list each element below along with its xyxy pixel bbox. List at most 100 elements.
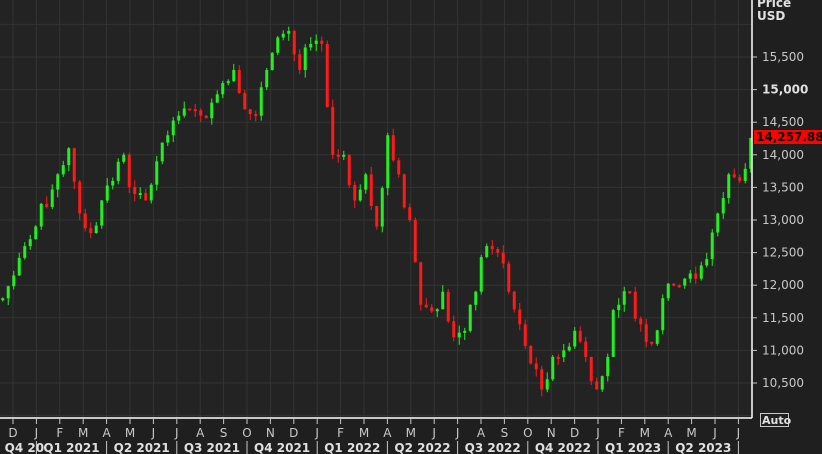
candle-body: [738, 177, 742, 181]
candle-body: [342, 154, 346, 157]
candle-body: [320, 40, 324, 44]
y-tick-label: 14,000: [762, 148, 804, 162]
month-label: D: [570, 426, 579, 440]
candle-body: [259, 87, 263, 116]
candle-body: [402, 174, 406, 208]
candle-body: [243, 93, 247, 110]
month-label: A: [102, 426, 111, 440]
candle-body: [606, 356, 610, 377]
candle-body: [413, 220, 417, 263]
month-label: O: [523, 426, 532, 440]
candle-body: [34, 226, 38, 240]
candle-body: [523, 324, 527, 346]
candle-body: [617, 304, 621, 311]
candle-body: [529, 345, 533, 364]
month-label: J: [712, 426, 717, 440]
candle-body: [188, 108, 192, 111]
chart-svg: Price USD 10,50011,00011,50012,00012,500…: [0, 0, 822, 454]
candle-body: [215, 94, 219, 103]
month-label: N: [266, 426, 275, 440]
candle-body: [336, 154, 340, 157]
candle-body: [232, 70, 236, 82]
candle-body: [507, 263, 511, 292]
month-label: S: [501, 426, 509, 440]
candle-body: [265, 70, 269, 88]
quarter-label: Q4 2021: [254, 441, 310, 454]
month-label: M: [78, 426, 88, 440]
candle-body: [639, 318, 643, 325]
x-axis: D J F M A M J J A S O N D J F M A M J J A S O N D J F M A M J JQ4 20 Q1 …: [5, 419, 740, 454]
candle-body: [721, 198, 725, 214]
candle-body: [61, 165, 65, 175]
y-tick-label: 13,000: [762, 213, 804, 227]
candle-body: [309, 43, 313, 48]
candle-body: [72, 148, 76, 182]
candle-body: [39, 203, 43, 227]
candle-body: [347, 154, 351, 186]
candle-body: [166, 135, 170, 143]
candle-body: [210, 102, 214, 119]
candle-body: [677, 285, 681, 288]
candle-body: [89, 228, 93, 234]
month-label: A: [196, 426, 205, 440]
candle-body: [45, 203, 49, 207]
candle-body: [688, 273, 692, 279]
candle-body: [364, 174, 368, 190]
candle-body: [628, 291, 632, 294]
month-label: M: [686, 426, 696, 440]
quarter-label: Q2 2021: [114, 441, 170, 454]
candle-body: [56, 174, 60, 190]
y-axis-title-line2: USD: [757, 9, 785, 23]
auto-scale-button[interactable]: Auto: [760, 413, 792, 428]
candle-body: [122, 154, 126, 162]
candle-body: [622, 291, 626, 305]
candle-body: [369, 174, 373, 207]
candle-body: [534, 363, 538, 370]
candle-body: [650, 341, 654, 344]
candle-body: [204, 115, 208, 119]
candle-body: [1, 298, 5, 301]
candle-body: [155, 161, 159, 185]
y-tick-label: 14,500: [762, 115, 804, 129]
candle-body: [655, 330, 659, 344]
candle-body: [127, 154, 131, 188]
y-tick-label: 13,500: [762, 180, 804, 194]
candle-body: [441, 291, 445, 310]
month-label: J: [151, 426, 156, 440]
candle-body: [611, 310, 615, 357]
candle-body: [496, 249, 500, 253]
candle-body: [479, 257, 483, 292]
candle-body: [672, 283, 676, 286]
candle-body: [292, 30, 296, 55]
candle-body: [50, 189, 54, 207]
candle-body: [6, 286, 10, 299]
month-label: M: [125, 426, 135, 440]
candle-body: [490, 246, 494, 250]
month-label: M: [406, 426, 416, 440]
candle-body: [743, 168, 747, 181]
candle-body: [149, 184, 153, 201]
candle-body: [518, 309, 522, 325]
candle-body: [573, 330, 577, 347]
candle-body: [727, 174, 731, 199]
candle-body: [138, 193, 142, 196]
candle-body: [457, 332, 461, 338]
candle-body: [17, 257, 21, 276]
candle-body: [666, 283, 670, 299]
auto-label: Auto: [762, 414, 792, 427]
candle-body: [358, 189, 362, 201]
last-price-label: 14,257.887: [756, 130, 822, 144]
month-label: O: [242, 426, 251, 440]
candle-body: [694, 273, 698, 279]
candle-body: [281, 33, 285, 38]
candle-body: [94, 225, 98, 234]
month-label: D: [289, 426, 298, 440]
month-label: F: [618, 426, 625, 440]
candle-body: [463, 330, 467, 333]
month-label: J: [174, 426, 179, 440]
candle-body: [600, 376, 604, 390]
quarter-label: Q1 2021: [43, 441, 99, 454]
month-label: A: [383, 426, 392, 440]
candle-body: [633, 291, 637, 319]
candle-body: [144, 193, 148, 201]
